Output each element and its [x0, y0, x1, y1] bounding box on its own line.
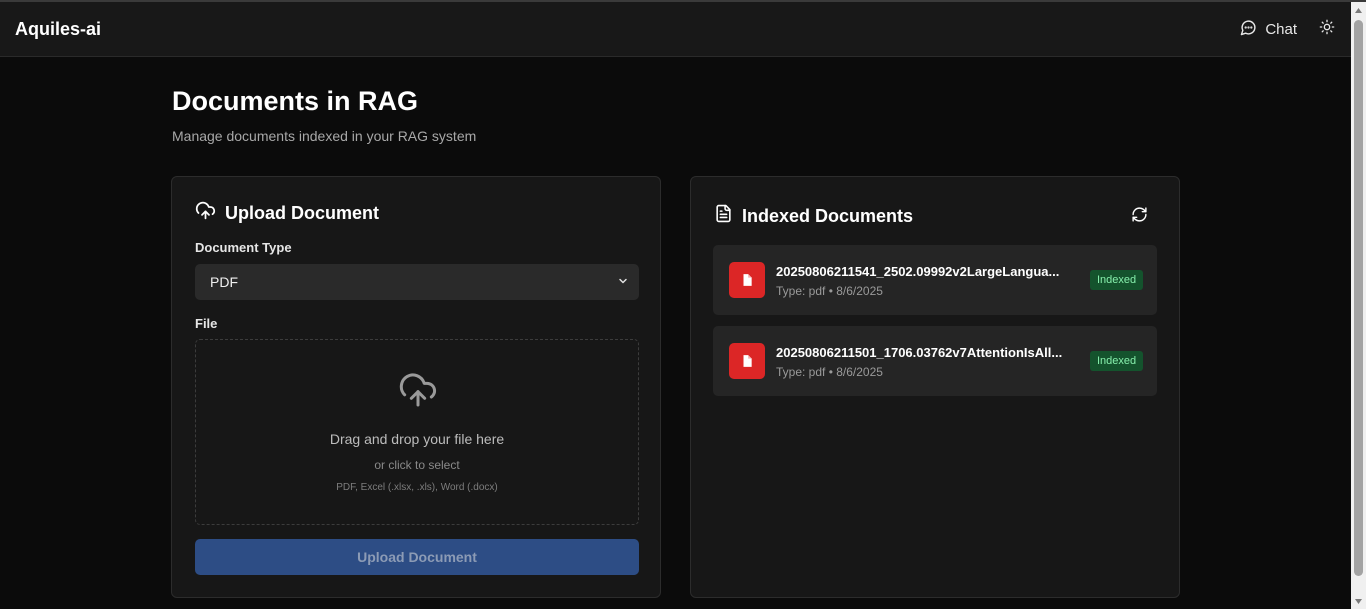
document-list-item[interactable]: 20250806211541_2502.09992v2LargeLangua..…: [713, 245, 1157, 315]
document-name: 20250806211541_2502.09992v2LargeLangua..…: [776, 264, 1060, 279]
document-type-select[interactable]: PDF: [195, 264, 639, 300]
header-actions: Chat: [1240, 19, 1335, 40]
upload-card-title: Upload Document: [225, 202, 380, 223]
refresh-button[interactable]: [1131, 206, 1148, 228]
pdf-file-icon: [729, 262, 765, 298]
cloud-upload-icon: [398, 370, 438, 415]
chat-link-label: Chat: [1265, 20, 1297, 38]
scroll-up-arrow-icon[interactable]: [1351, 2, 1366, 18]
cloud-upload-icon: [195, 200, 216, 226]
scroll-down-arrow-icon[interactable]: [1351, 593, 1366, 609]
chat-icon: [1240, 19, 1257, 40]
dropzone-instruction: Drag and drop your file here: [329, 431, 505, 447]
chevron-down-icon: [617, 274, 629, 290]
file-text-icon: [714, 204, 733, 228]
dropzone-formats: PDF, Excel (.xlsx, .xls), Word (.docx): [336, 482, 498, 493]
indexed-card-title: Indexed Documents: [742, 205, 914, 226]
upload-document-card: Upload Document Document Type PDF File D…: [171, 176, 661, 598]
dropzone-hint: or click to select: [374, 458, 460, 472]
status-badge: Indexed: [1090, 270, 1144, 290]
status-badge: Indexed: [1090, 351, 1144, 371]
upload-card-header: Upload Document: [195, 200, 379, 226]
theme-toggle-button[interactable]: [1319, 19, 1335, 40]
sun-icon: [1319, 19, 1335, 40]
scrollbar-thumb[interactable]: [1354, 20, 1363, 576]
vertical-scrollbar[interactable]: [1351, 2, 1366, 609]
refresh-icon: [1131, 206, 1148, 228]
document-list-item[interactable]: 20250806211501_1706.03762v7AttentionIsAl…: [713, 326, 1157, 396]
document-meta: Type: pdf • 8/6/2025: [776, 284, 883, 298]
file-label: File: [195, 316, 218, 331]
top-bar: Aquiles-ai Chat: [0, 2, 1351, 57]
file-dropzone[interactable]: Drag and drop your file here or click to…: [195, 339, 639, 525]
upload-document-button[interactable]: Upload Document: [195, 539, 639, 575]
page-subtitle: Manage documents indexed in your RAG sys…: [172, 128, 477, 144]
chat-link[interactable]: Chat: [1240, 19, 1297, 40]
indexed-documents-card: Indexed Documents 20250806211541_2502.09…: [690, 176, 1180, 598]
document-type-value: PDF: [210, 274, 238, 290]
pdf-file-icon: [729, 343, 765, 379]
indexed-card-header: Indexed Documents: [714, 204, 913, 228]
brand-logo[interactable]: Aquiles-ai: [15, 19, 101, 40]
document-meta: Type: pdf • 8/6/2025: [776, 365, 883, 379]
document-name: 20250806211501_1706.03762v7AttentionIsAl…: [776, 345, 1063, 360]
page-title: Documents in RAG: [172, 86, 419, 116]
document-type-label: Document Type: [195, 240, 292, 255]
